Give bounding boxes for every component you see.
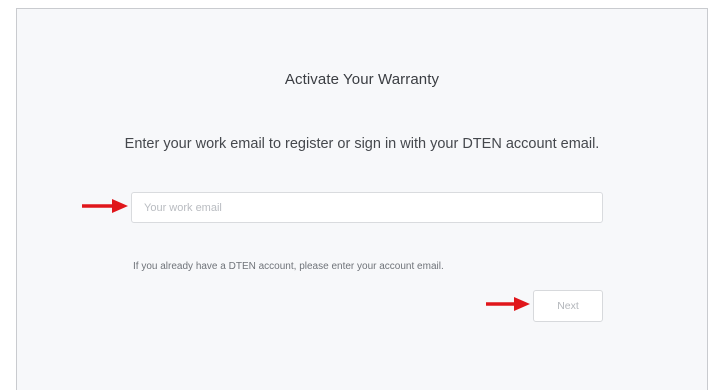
- email-field[interactable]: [131, 192, 603, 223]
- arrow-right-icon: [82, 199, 128, 213]
- page-title: Activate Your Warranty: [284, 71, 440, 88]
- arrow-right-icon: [486, 297, 530, 311]
- instructions-text: Enter your work email to register or sig…: [124, 136, 600, 152]
- next-button[interactable]: Next: [533, 290, 603, 322]
- account-hint-text: If you already have a DTEN account, plea…: [133, 261, 444, 272]
